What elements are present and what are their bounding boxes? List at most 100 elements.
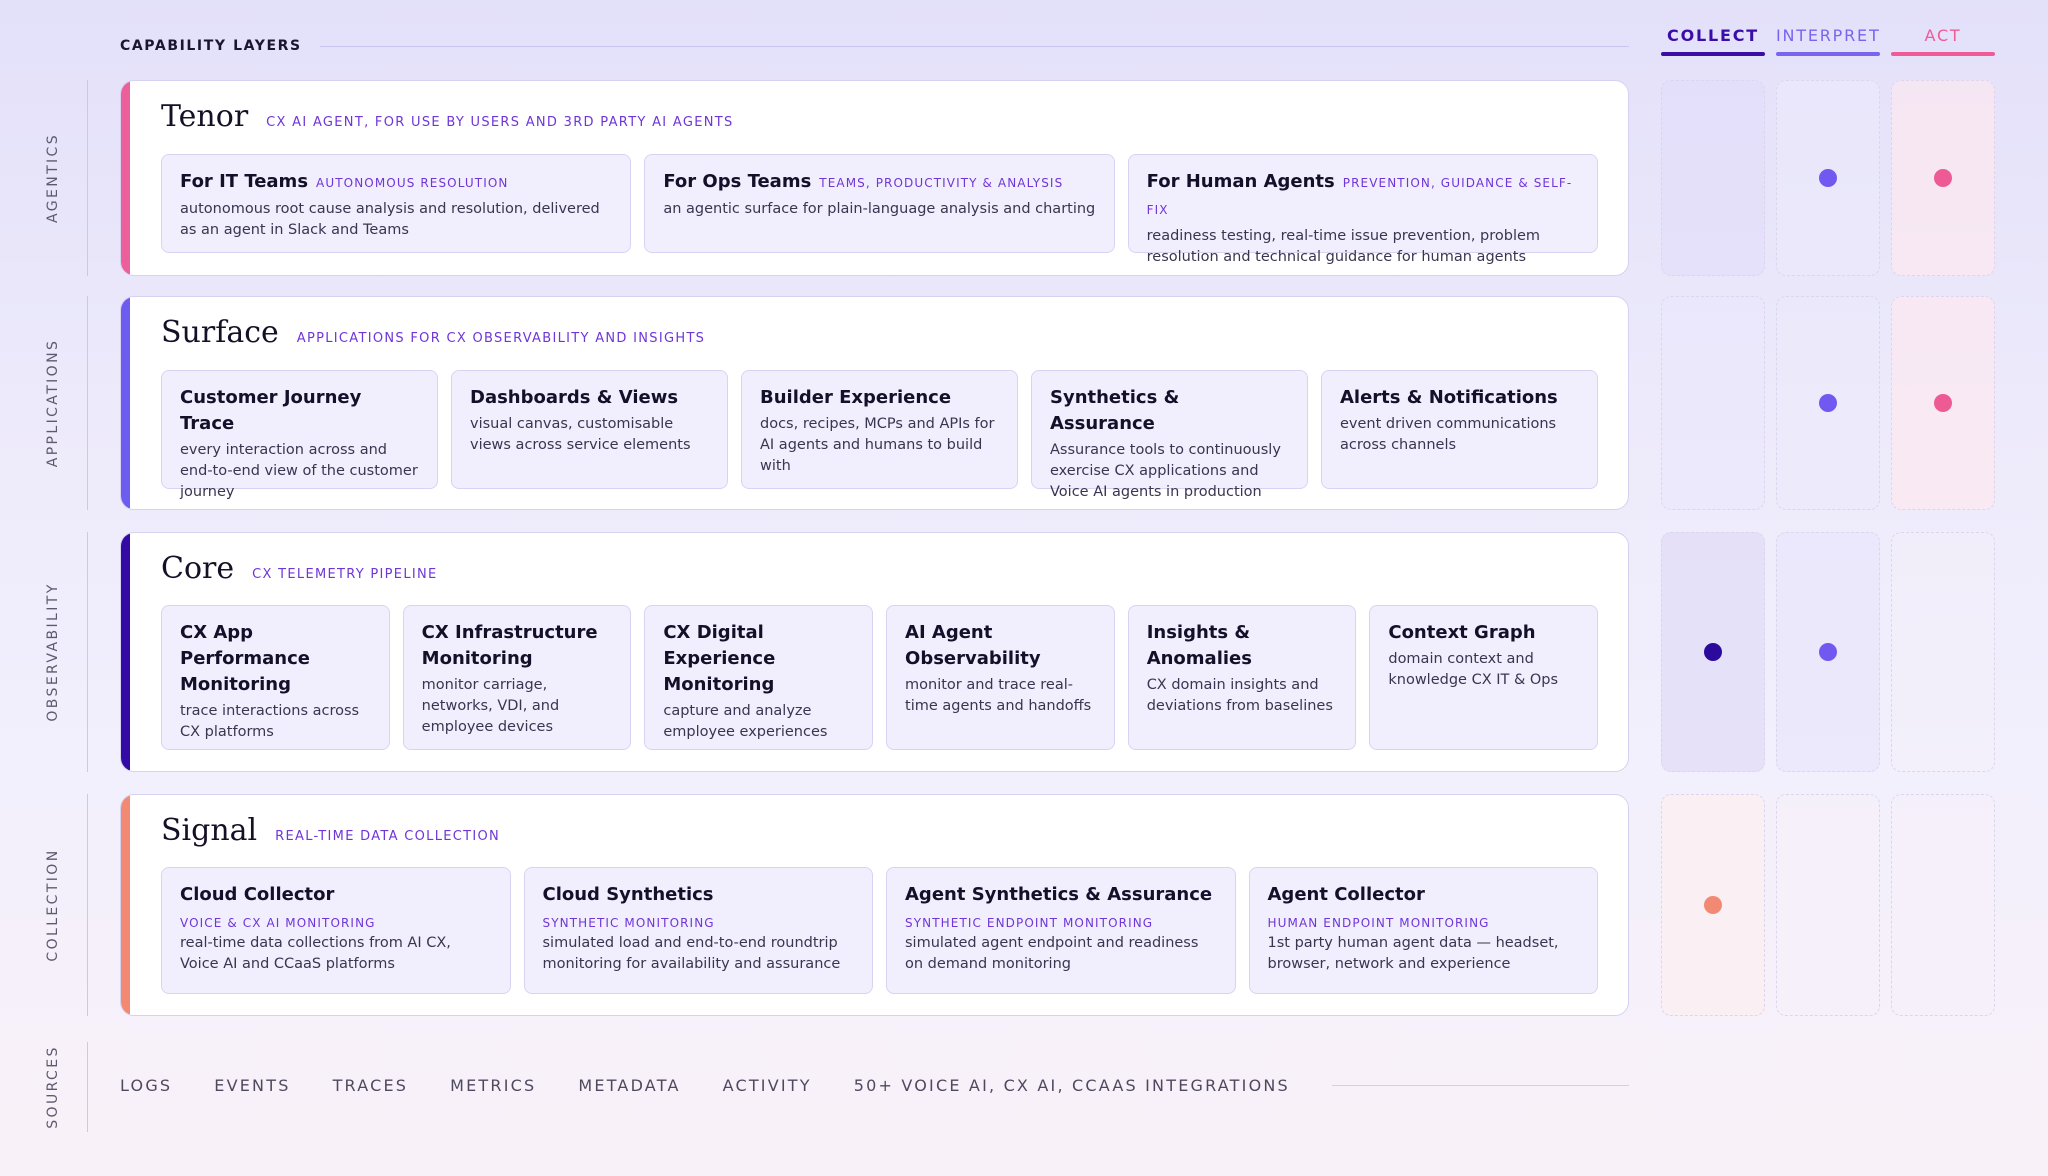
column-label-collect: COLLECT <box>1667 26 1759 45</box>
rail-line-observability <box>87 532 88 772</box>
layer-title: Signal <box>161 813 258 848</box>
card-for-ops-teams[interactable]: For Ops Teams TEAMS, PRODUCTIVITY & ANALY… <box>644 154 1115 253</box>
card-title-line: For IT Teams AUTONOMOUS RESOLUTION <box>180 169 612 196</box>
card-description: Assurance tools to continuously exercise… <box>1050 442 1281 500</box>
layer-subtitle: CX TELEMETRY PIPELINE <box>252 567 438 582</box>
source-metadata: METADATA <box>578 1076 681 1095</box>
sources-divider <box>1331 1085 1629 1086</box>
card-title: Synthetics & Assurance <box>1050 387 1180 434</box>
card-row: For IT Teams AUTONOMOUS RESOLUTION autono… <box>161 154 1598 265</box>
card-description: visual canvas, customisable views across… <box>470 416 691 453</box>
matrix-cell-surface-collect <box>1661 296 1765 510</box>
column-label-interpret: INTERPRET <box>1776 26 1881 45</box>
card-title: Cloud Synthetics <box>542 884 714 905</box>
sources-row: LOGS EVENTS TRACES METRICS METADATA ACTI… <box>120 1076 1629 1095</box>
card-agent-collector[interactable]: Agent Collector HUMAN ENDPOINT MONITORIN… <box>1248 867 1598 994</box>
card-ai-agent-observability[interactable]: AI Agent Observability monitor and trace… <box>886 605 1115 750</box>
layer-accent-bar <box>121 795 130 1015</box>
layer-header: Core CX TELEMETRY PIPELINE <box>161 551 438 586</box>
layer-title: Core <box>161 551 235 586</box>
column-label-act: ACT <box>1924 26 1962 45</box>
card-cloud-synthetics[interactable]: Cloud Synthetics SYNTHETIC MONITORING si… <box>523 867 873 994</box>
card-title: CX Infrastructure Monitoring <box>421 622 598 669</box>
card-title: Insights & Anomalies <box>1146 622 1252 669</box>
card-description: monitor and trace real-time agents and h… <box>905 677 1092 714</box>
rail-label-observability: OBSERVABILITY <box>45 582 61 722</box>
rail-line-collection <box>87 794 88 1016</box>
source-integrations: 50+ VOICE AI, CX AI, CCAAS INTEGRATIONS <box>853 1076 1290 1095</box>
capability-layers-header: CAPABILITY LAYERS <box>120 36 1629 56</box>
column-underline-collect <box>1661 52 1765 56</box>
source-traces: TRACES <box>332 1076 409 1095</box>
rail-line-sources <box>87 1042 88 1132</box>
card-title: Agent Synthetics & Assurance <box>905 884 1213 905</box>
card-title: AI Agent Observability <box>905 622 1041 669</box>
card-cx-digital-experience-monitoring[interactable]: CX Digital Experience Monitoring capture… <box>644 605 874 750</box>
card-for-human-agents[interactable]: For Human Agents PREVENTION, GUIDANCE & S… <box>1127 154 1598 265</box>
card-cx-infrastructure-monitoring[interactable]: CX Infrastructure Monitoring monitor car… <box>402 605 632 750</box>
matrix-dot <box>1819 643 1837 661</box>
source-logs: LOGS <box>120 1076 173 1095</box>
card-cx-app-performance-monitoring[interactable]: CX App Performance Monitoring trace inte… <box>161 605 390 750</box>
card-insights-anomalies[interactable]: Insights & Anomalies CX domain insights … <box>1127 605 1357 750</box>
card-context-graph[interactable]: Context Graph domain context and knowled… <box>1369 605 1599 750</box>
layer-title: Surface <box>161 315 279 350</box>
card-title: For IT Teams <box>180 171 309 192</box>
card-description: docs, recipes, MCPs and APIs for AI agen… <box>760 416 995 474</box>
card-cloud-collector[interactable]: Cloud Collector VOICE & CX AI MONITORING… <box>161 867 511 994</box>
column-header-interpret: INTERPRET <box>1776 26 1881 56</box>
card-title: Alerts & Notifications <box>1340 387 1558 408</box>
matrix-cell-core-collect <box>1661 532 1765 772</box>
card-agent-synthetics-assurance[interactable]: Agent Synthetics & Assurance SYNTHETIC E… <box>886 867 1236 994</box>
layer-accent-bar <box>121 297 130 509</box>
layer-header: Surface APPLICATIONS FOR CX OBSERVABILIT… <box>161 315 705 350</box>
card-customer-journey-trace[interactable]: Customer Journey Trace every interaction… <box>161 370 438 500</box>
column-header-collect: COLLECT <box>1661 26 1765 56</box>
card-description: simulated load and end-to-end roundtrip … <box>542 935 841 972</box>
card-title: Context Graph <box>1388 622 1536 643</box>
card-description: autonomous root cause analysis and resol… <box>180 201 600 238</box>
card-title: CX Digital Experience Monitoring <box>663 622 776 695</box>
card-alerts-notifications[interactable]: Alerts & Notifications event driven comm… <box>1321 370 1598 489</box>
card-description: readiness testing, real-time issue preve… <box>1146 228 1541 265</box>
matrix-cell-core-interpret <box>1776 532 1880 772</box>
card-dashboards-views[interactable]: Dashboards & Views visual canvas, custom… <box>451 370 728 489</box>
matrix-cell-tenor-interpret <box>1776 80 1880 276</box>
card-synthetics-assurance[interactable]: Synthetics & Assurance Assurance tools t… <box>1031 370 1308 500</box>
card-builder-experience[interactable]: Builder Experience docs, recipes, MCPs a… <box>741 370 1018 489</box>
layer-subtitle: CX AI AGENT, FOR USE BY USERS AND 3RD PA… <box>266 115 734 130</box>
matrix-cell-signal-collect <box>1661 794 1765 1016</box>
matrix-cell-signal-interpret <box>1776 794 1880 1016</box>
card-for-it-teams[interactable]: For IT Teams AUTONOMOUS RESOLUTION autono… <box>161 154 632 253</box>
layer-surface: Surface APPLICATIONS FOR CX OBSERVABILIT… <box>120 296 1629 510</box>
card-description: CX domain insights and deviations from b… <box>1146 677 1333 714</box>
card-tag: AUTONOMOUS RESOLUTION <box>316 176 509 190</box>
card-title: For Ops Teams <box>663 171 812 192</box>
layer-title: Tenor <box>161 99 249 134</box>
card-tag: VOICE & CX AI MONITORING <box>180 916 376 930</box>
card-description: real-time data collections from AI CX, V… <box>180 935 451 972</box>
rail-label-agentics: AGENTICS <box>45 132 61 224</box>
card-title: Dashboards & Views <box>470 387 679 408</box>
card-title: Cloud Collector <box>180 884 335 905</box>
matrix-cell-signal-act <box>1891 794 1995 1016</box>
card-title-line: For Ops Teams TEAMS, PRODUCTIVITY & ANALY… <box>663 169 1095 196</box>
matrix-dot <box>1819 394 1837 412</box>
source-events: EVENTS <box>214 1076 291 1095</box>
rail-label-collection: COLLECTION <box>45 848 61 962</box>
layer-tenor: Tenor CX AI AGENT, FOR USE BY USERS AND … <box>120 80 1629 276</box>
column-header-act: ACT <box>1891 26 1995 56</box>
layer-header: Signal REAL-TIME DATA COLLECTION <box>161 813 500 848</box>
card-title: For Human Agents <box>1146 171 1335 192</box>
card-description: trace interactions across CX platforms <box>180 703 360 740</box>
rail-line-agentics <box>87 80 88 276</box>
matrix-cell-tenor-collect <box>1661 80 1765 276</box>
card-title: Customer Journey Trace <box>180 387 362 434</box>
matrix-cell-core-act <box>1891 532 1995 772</box>
layer-subtitle: REAL-TIME DATA COLLECTION <box>275 829 501 844</box>
matrix-dot <box>1934 169 1952 187</box>
card-description: domain context and knowledge CX IT & Ops <box>1388 651 1559 688</box>
page-title: CAPABILITY LAYERS <box>120 38 302 54</box>
layer-header: Tenor CX AI AGENT, FOR USE BY USERS AND … <box>161 99 734 134</box>
card-title: CX App Performance Monitoring <box>180 622 310 695</box>
